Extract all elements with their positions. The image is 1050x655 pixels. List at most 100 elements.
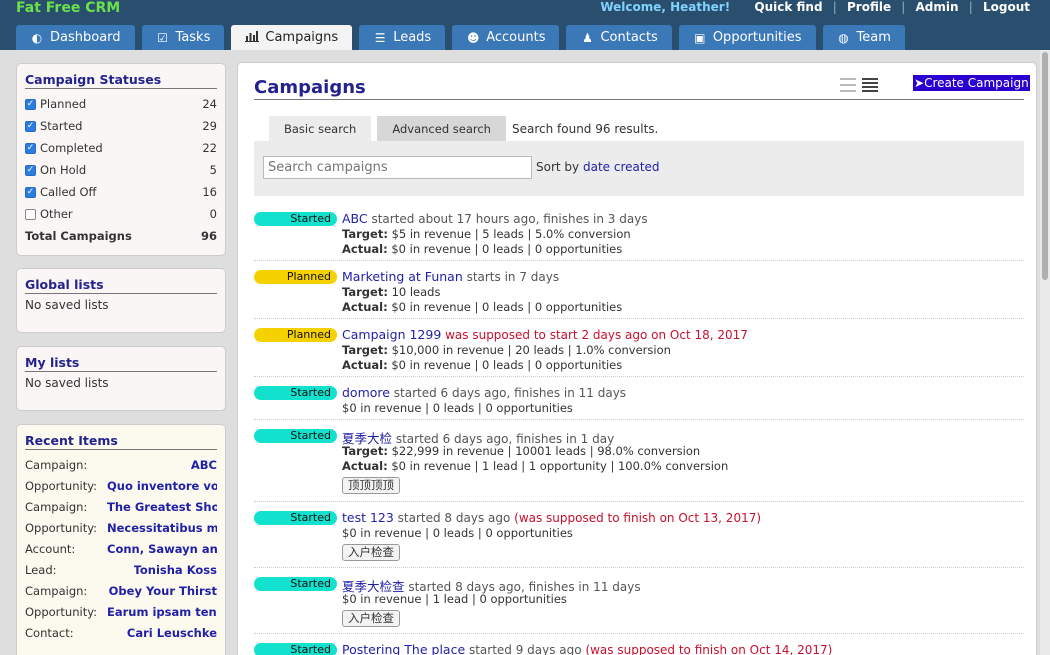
status-filter-other[interactable]: Other 0: [25, 203, 217, 225]
my-lists-empty: No saved lists: [25, 376, 109, 390]
tab-advanced-search[interactable]: Advanced search: [377, 116, 506, 141]
campaign-statuses-title: Campaign Statuses: [25, 72, 217, 89]
sort-by-dropdown[interactable]: date created: [583, 160, 660, 174]
campaign-overdue-warning: (was supposed to finish on Oct 14, 2017): [585, 643, 833, 655]
logout-link[interactable]: Logout: [983, 0, 1030, 14]
status-filter-completed[interactable]: ✓ Completed 22: [25, 137, 217, 159]
tab-leads[interactable]: ☰ Leads: [359, 25, 446, 50]
recent-item[interactable]: Campaign: ABC: [25, 454, 217, 475]
campaign-tag[interactable]: 入户检查: [342, 544, 400, 561]
recent-item-link[interactable]: Quo inventore vo...: [107, 479, 217, 493]
quick-find-link[interactable]: Quick find: [754, 0, 822, 14]
detailed-list-view-icon[interactable]: [862, 78, 878, 92]
campaign-name-link[interactable]: ABC: [342, 211, 368, 226]
campaign-tag[interactable]: 顶顶顶顶: [342, 477, 400, 494]
status-label: Planned: [40, 97, 87, 111]
my-lists-title: My lists: [25, 355, 217, 372]
status-filter-planned[interactable]: ✓ Planned 24: [25, 93, 217, 115]
top-nav: Welcome, Heather! Quick find | Profile |…: [600, 0, 1030, 14]
checkbox-checked-icon[interactable]: ✓: [25, 164, 36, 176]
campaign-row: Planned Marketing at Funan starts in 7 d…: [254, 267, 1024, 319]
status-count: 29: [202, 119, 217, 133]
recent-item-link[interactable]: ABC: [191, 458, 217, 472]
tab-label: Accounts: [486, 30, 546, 45]
recent-item[interactable]: Campaign: The Greatest Sho...: [25, 496, 217, 517]
search-input[interactable]: [263, 156, 532, 179]
checkbox-checked-icon[interactable]: ✓: [25, 120, 36, 132]
status-badge: Started: [254, 511, 337, 525]
check-square-icon: ☑: [157, 30, 168, 45]
recent-item-type: Opportunity:: [25, 520, 98, 535]
tab-opportunities[interactable]: ▣ Opportunities: [678, 25, 816, 50]
nav-separator: |: [968, 0, 973, 14]
campaign-timing: started 9 days ago: [465, 643, 586, 655]
checkbox-unchecked-icon[interactable]: [25, 208, 36, 220]
recent-item-link[interactable]: Tonisha Koss: [134, 563, 217, 577]
status-label: On Hold: [40, 163, 87, 177]
campaign-timing: started 8 days ago: [393, 511, 515, 525]
users-icon: ☻: [466, 30, 480, 45]
welcome-text: Welcome, Heather!: [600, 0, 731, 14]
status-badge: Planned: [254, 270, 337, 284]
checkbox-checked-icon[interactable]: ✓: [25, 142, 36, 154]
nav-separator: |: [901, 0, 906, 14]
campaign-actual: $0 in revenue | 0 leads | 0 opportunitie…: [387, 242, 623, 256]
tab-dashboard[interactable]: ◐ Dashboard: [16, 25, 135, 50]
campaign-target: 10 leads: [387, 285, 441, 299]
page-scrollbar[interactable]: [1040, 50, 1050, 655]
recent-item-link[interactable]: Earum ipsam tene...: [107, 605, 217, 619]
recent-item-link[interactable]: Necessitatibus m...: [107, 521, 217, 535]
campaign-name-link[interactable]: Marketing at Funan: [342, 269, 463, 284]
recent-item[interactable]: Lead: Tonisha Koss: [25, 559, 217, 580]
campaign-timing: started 6 days ago, finishes in 11 days: [389, 386, 627, 400]
campaign-name-link[interactable]: domore: [342, 385, 390, 400]
tab-label: Campaigns: [265, 30, 339, 45]
recent-item-link[interactable]: Obey Your Thirst: [109, 584, 217, 598]
status-badge: Started: [254, 429, 337, 443]
recent-item[interactable]: Opportunity: Quo inventore vo...: [25, 475, 217, 496]
actual-label: Actual:: [342, 300, 388, 314]
campaign-actual: $0 in revenue | 0 leads | 0 opportunitie…: [387, 300, 623, 314]
recent-item[interactable]: Campaign: Obey Your Thirst: [25, 580, 217, 601]
status-filter-on-hold[interactable]: ✓ On Hold 5: [25, 159, 217, 181]
status-badge: Started: [254, 212, 337, 226]
recent-item-type: Opportunity:: [25, 604, 98, 619]
tab-campaigns[interactable]: Campaigns: [231, 25, 353, 50]
tab-accounts[interactable]: ☻ Accounts: [452, 25, 560, 50]
tab-contacts[interactable]: ♟ Contacts: [566, 25, 672, 50]
money-icon: ▣: [694, 30, 706, 45]
global-lists-title: Global lists: [25, 277, 217, 294]
total-count: 96: [200, 229, 217, 243]
recent-item-link[interactable]: Cari Leuschke: [127, 626, 217, 640]
campaign-name-link[interactable]: Postering The place: [342, 642, 465, 655]
recent-item[interactable]: Account: Conn, Sawayn and...: [25, 538, 217, 559]
campaign-overdue-warning: was supposed to start 2 days ago on Oct …: [441, 328, 748, 342]
scrollbar-thumb[interactable]: [1042, 52, 1048, 280]
recent-item-link[interactable]: Conn, Sawayn and...: [107, 542, 217, 556]
admin-link[interactable]: Admin: [916, 0, 959, 14]
tab-label: Tasks: [175, 30, 211, 45]
status-count: 22: [202, 141, 217, 155]
status-label: Called Off: [40, 185, 97, 199]
recent-item[interactable]: Contact: Cari Leuschke: [25, 622, 217, 643]
list-view-icon[interactable]: [840, 78, 856, 92]
checkbox-checked-icon[interactable]: ✓: [25, 98, 36, 110]
create-campaign-button[interactable]: ➤Create Campaign: [913, 75, 1030, 91]
status-filter-started[interactable]: ✓ Started 29: [25, 115, 217, 137]
recent-item[interactable]: Opportunity: Necessitatibus m...: [25, 517, 217, 538]
brand-logo[interactable]: Fat Free CRM: [16, 0, 120, 16]
recent-item-type: Account:: [25, 541, 76, 556]
profile-link[interactable]: Profile: [847, 0, 891, 14]
campaign-name-link[interactable]: test 123: [342, 510, 394, 525]
tab-team[interactable]: ◍ Team: [822, 25, 905, 50]
campaign-tag[interactable]: 入户检查: [342, 610, 400, 627]
tab-basic-search[interactable]: Basic search: [269, 116, 372, 141]
tab-tasks[interactable]: ☑ Tasks: [141, 25, 225, 50]
campaign-name-link[interactable]: Campaign 1299: [342, 327, 441, 342]
my-lists-panel: My lists No saved lists: [16, 346, 226, 411]
recent-item[interactable]: Opportunity: Earum ipsam tene...: [25, 601, 217, 622]
sort-label: Sort by: [536, 160, 580, 174]
status-filter-called-off[interactable]: ✓ Called Off 16: [25, 181, 217, 203]
checkbox-checked-icon[interactable]: ✓: [25, 186, 36, 198]
recent-item-link[interactable]: The Greatest Sho...: [107, 500, 217, 514]
